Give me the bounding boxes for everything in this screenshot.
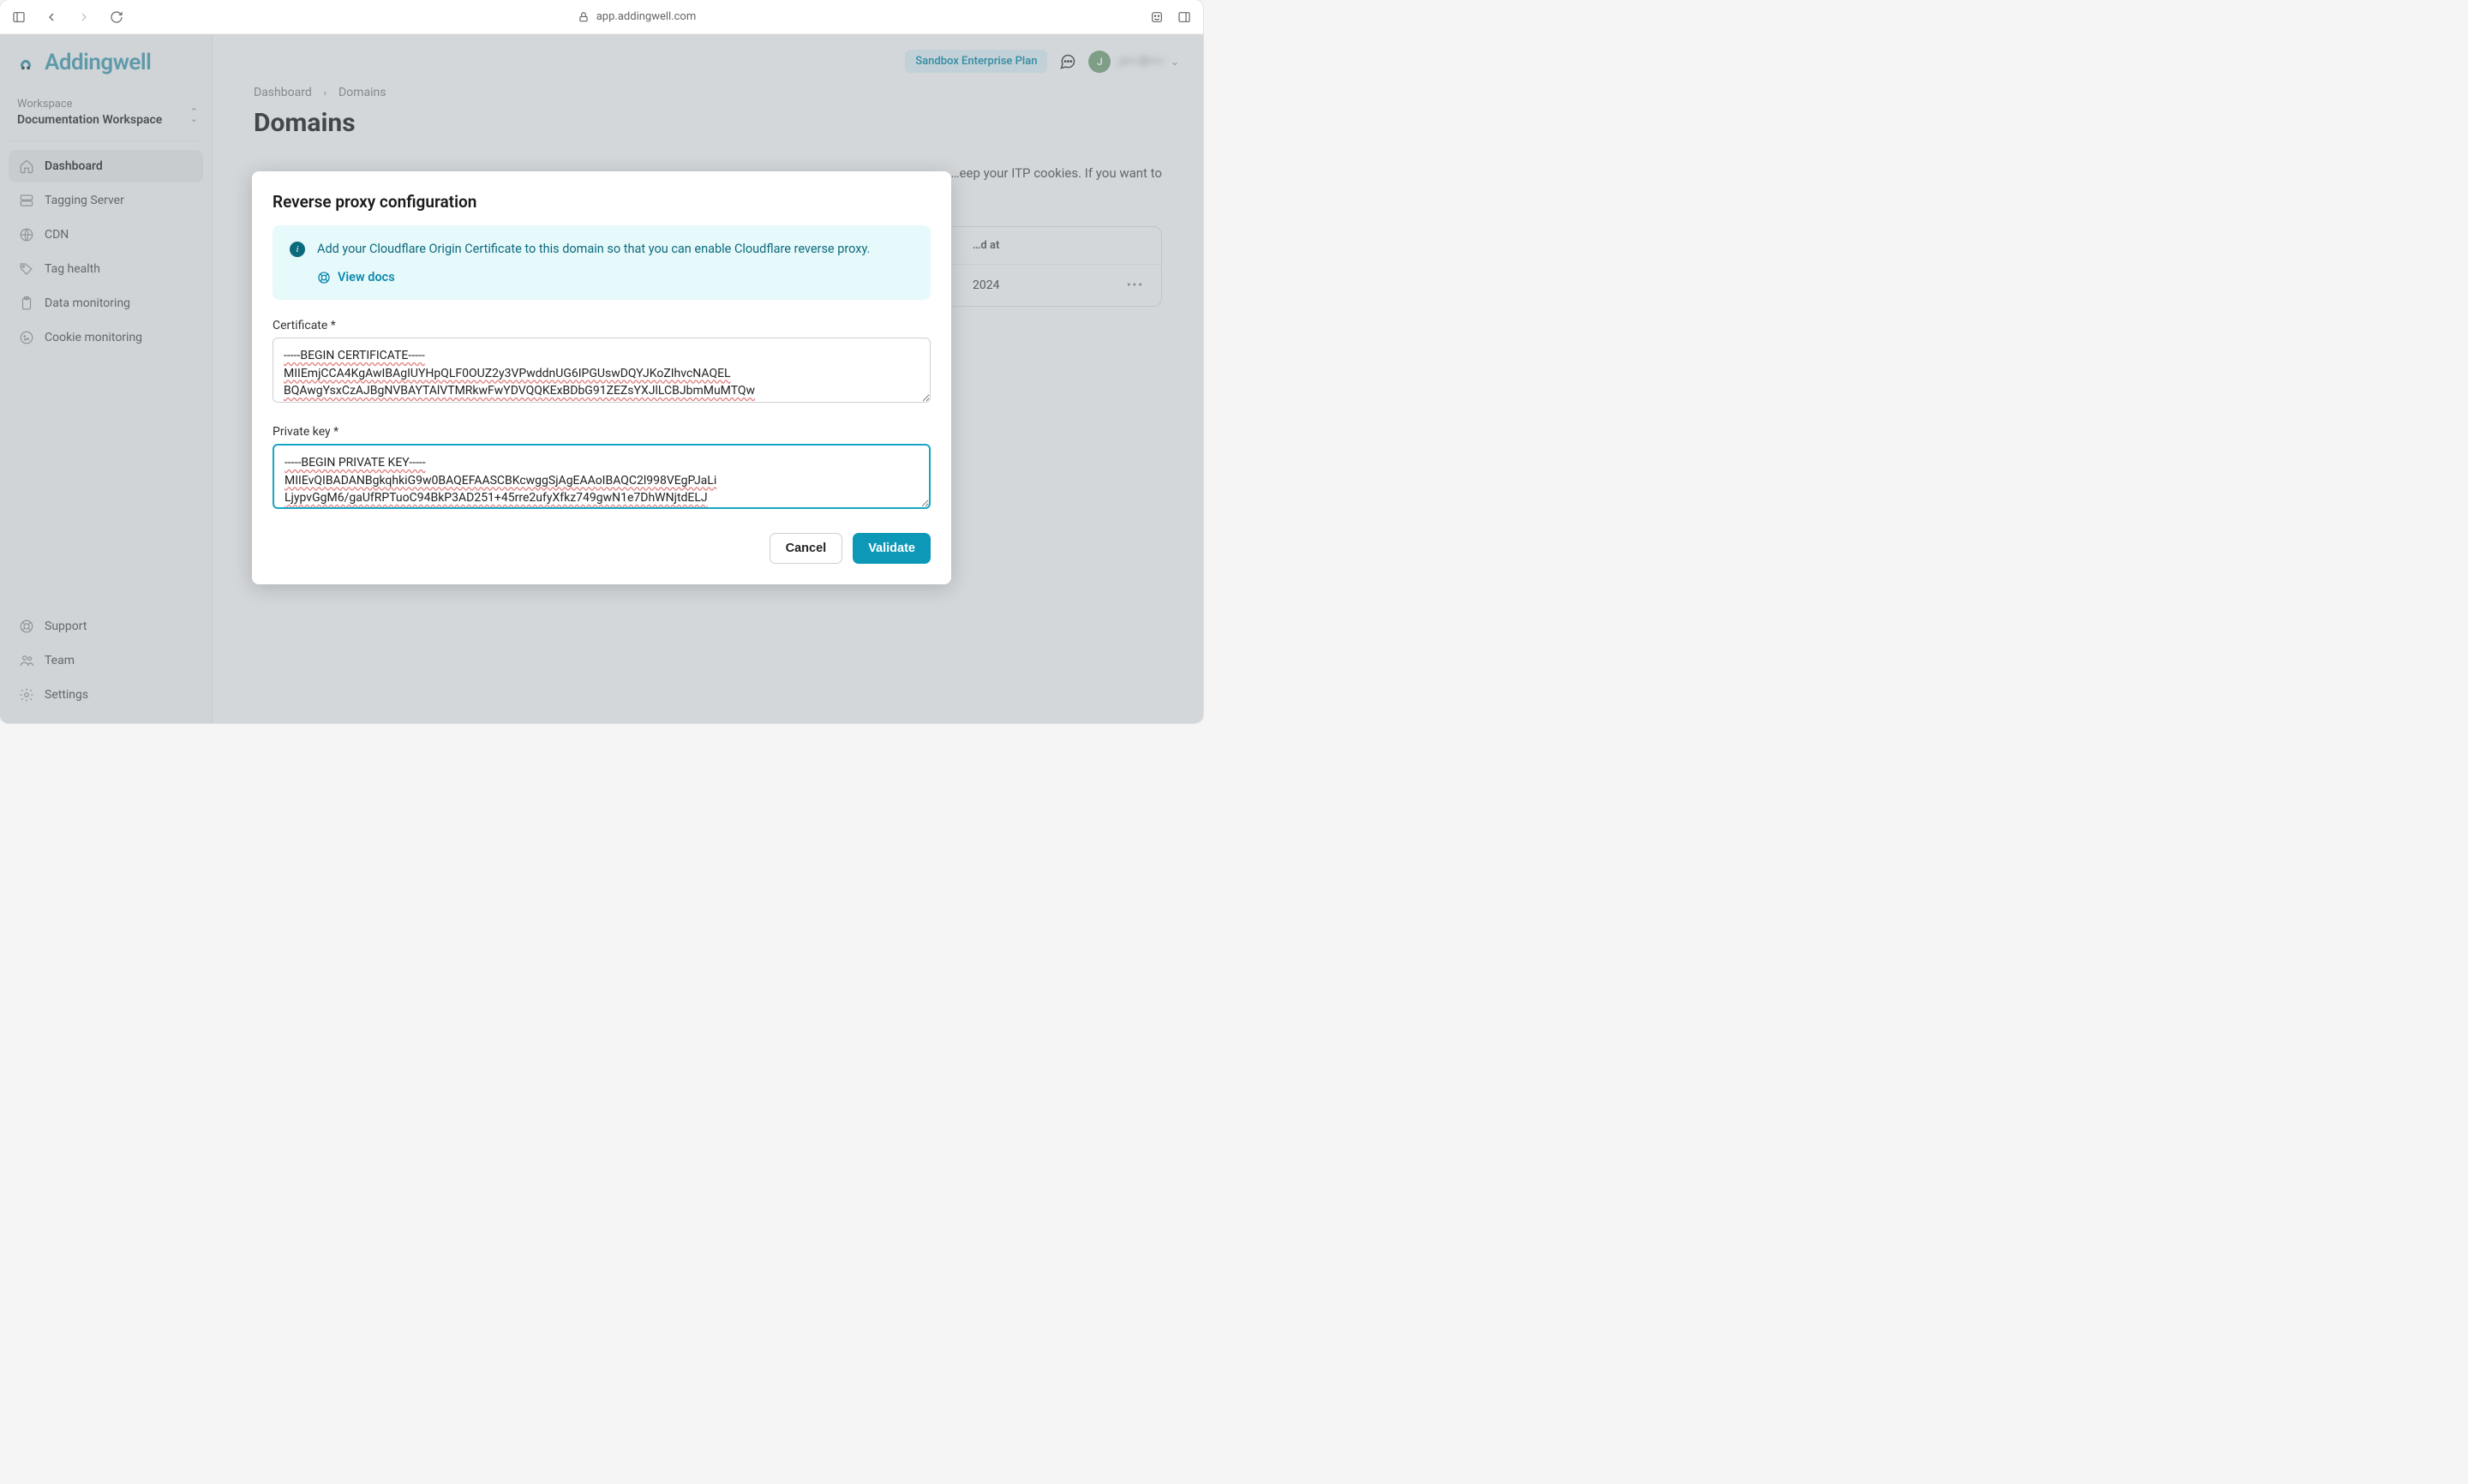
- private-key-label: Private key *: [273, 425, 931, 439]
- info-text: Add your Cloudflare Origin Certificate t…: [317, 241, 870, 258]
- view-docs-label: View docs: [338, 270, 395, 284]
- lock-icon: [578, 11, 590, 23]
- certificate-input[interactable]: [273, 338, 931, 403]
- validate-button[interactable]: Validate: [853, 533, 931, 564]
- view-docs-link[interactable]: View docs: [317, 270, 914, 284]
- info-icon: i: [290, 242, 305, 257]
- docs-icon: [317, 271, 331, 284]
- address-bar[interactable]: app.addingwell.com: [141, 10, 1133, 23]
- reload-icon[interactable]: [108, 9, 125, 26]
- app-icon[interactable]: [1148, 9, 1165, 26]
- browser-toolbar: app.addingwell.com: [0, 0, 1203, 34]
- sidebar-toggle-icon[interactable]: [10, 9, 27, 26]
- tabs-icon[interactable]: [1176, 9, 1193, 26]
- back-icon[interactable]: [43, 9, 60, 26]
- url-text: app.addingwell.com: [596, 10, 697, 23]
- modal-overlay[interactable]: Reverse proxy configuration i Add your C…: [0, 34, 1203, 723]
- info-banner: i Add your Cloudflare Origin Certificate…: [273, 225, 931, 300]
- certificate-label: Certificate *: [273, 319, 931, 332]
- forward-icon[interactable]: [75, 9, 93, 26]
- private-key-input[interactable]: [273, 444, 931, 509]
- reverse-proxy-modal: Reverse proxy configuration i Add your C…: [252, 171, 951, 584]
- modal-title: Reverse proxy configuration: [273, 192, 931, 212]
- browser-window: app.addingwell.com Addingwell Workspace …: [0, 0, 1203, 723]
- cancel-button[interactable]: Cancel: [770, 533, 843, 564]
